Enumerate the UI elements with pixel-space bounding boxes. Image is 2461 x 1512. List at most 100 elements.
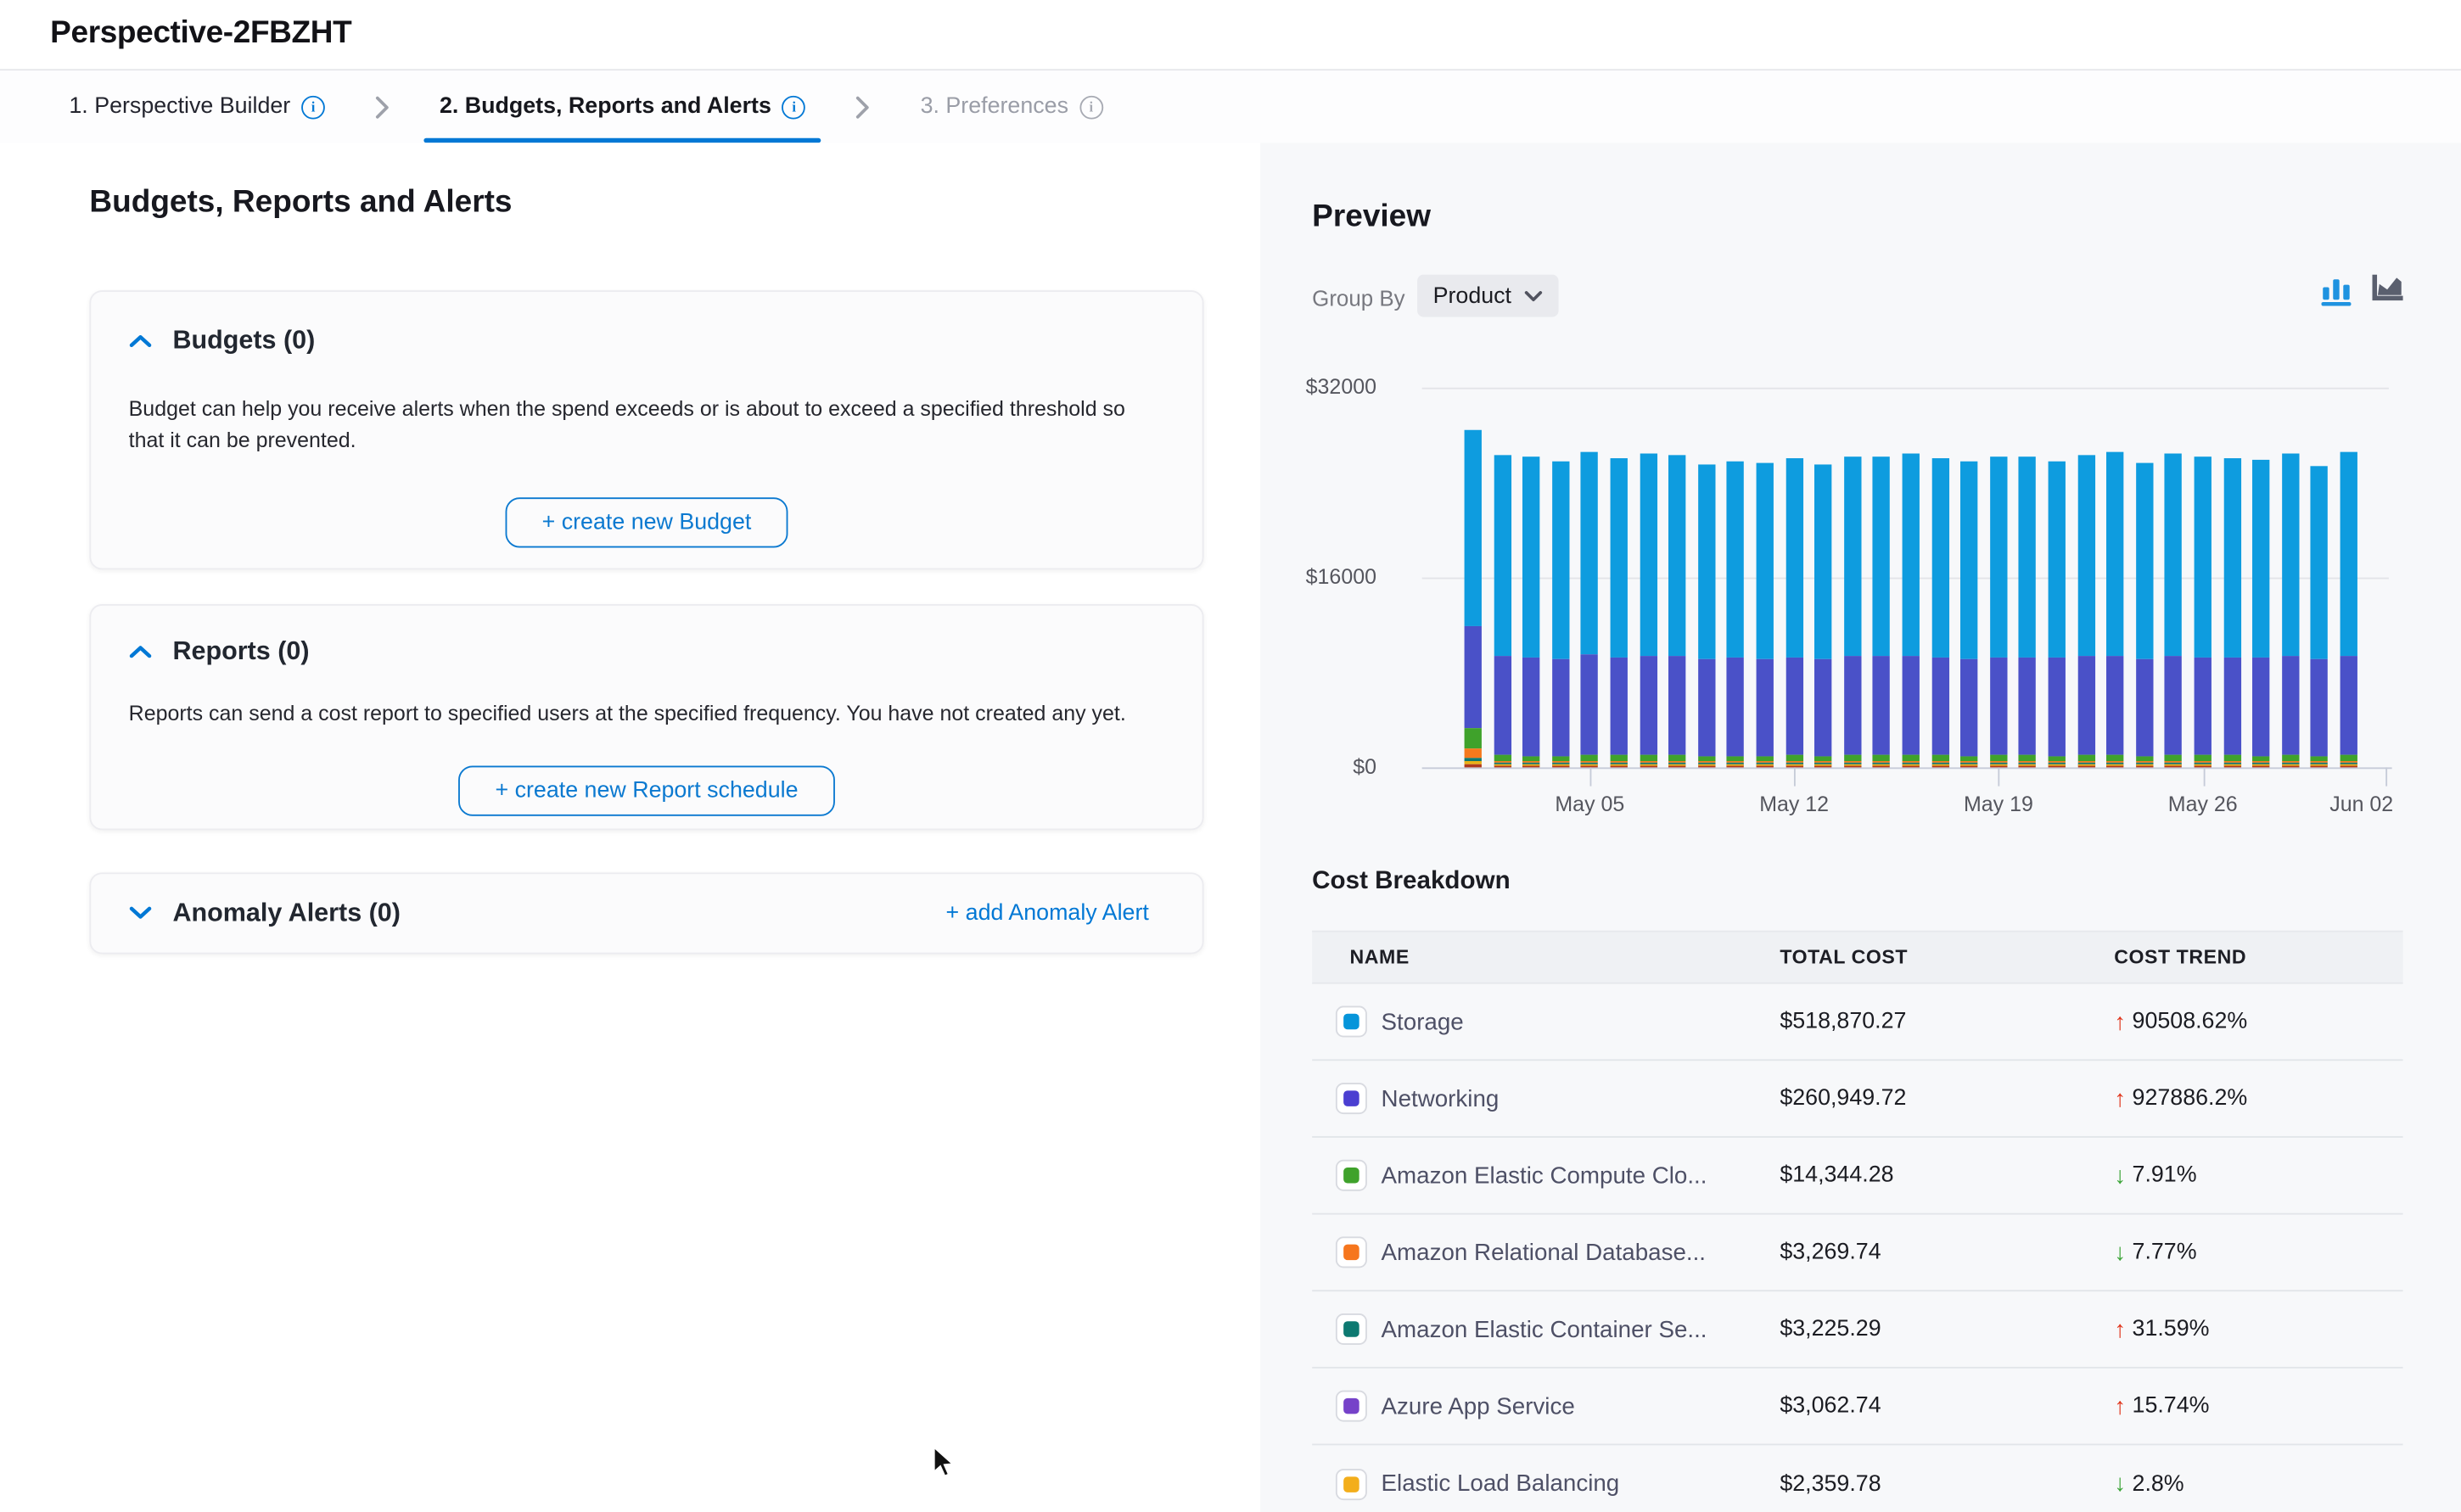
series-color-swatch	[1343, 1090, 1359, 1106]
service-name: Elastic Load Balancing	[1382, 1470, 1620, 1497]
area-chart-toggle-icon[interactable]	[2372, 275, 2405, 314]
bar-segment	[1668, 765, 1685, 767]
table-row[interactable]: Amazon Elastic Container Se...$3,225.29↑…	[1312, 1291, 2402, 1369]
stacked-bar[interactable]	[1931, 459, 1948, 768]
stacked-bar[interactable]	[2165, 453, 2182, 767]
budgets-title: Budgets (0)	[172, 327, 315, 356]
bar-segment	[2165, 453, 2182, 655]
stacked-bar[interactable]	[1611, 458, 1628, 768]
chevron-up-icon[interactable]	[129, 328, 153, 356]
table-row[interactable]: Networking$260,949.72↑927886.2%	[1312, 1061, 2402, 1138]
x-axis-tick	[1794, 767, 1796, 786]
cost-trend-cell: ↓2.8%	[2114, 1470, 2402, 1497]
table-row[interactable]: Elastic Load Balancing$2,359.78↓2.8%	[1312, 1445, 2402, 1512]
reports-card-header[interactable]: Reports (0)	[129, 637, 1165, 667]
stacked-bar[interactable]	[2077, 455, 2094, 767]
bar-segment	[2165, 656, 2182, 755]
stacked-bar[interactable]	[1640, 453, 1657, 767]
info-icon[interactable]: i	[301, 95, 325, 119]
chevron-down-icon	[1524, 282, 1543, 310]
chevron-up-icon[interactable]	[129, 638, 153, 666]
table-row[interactable]: Storage$518,870.27↑90508.62%	[1312, 984, 2402, 1061]
stacked-bar[interactable]	[1465, 430, 1482, 768]
stacked-bar[interactable]	[2049, 462, 2066, 767]
bar-segment	[2223, 657, 2240, 755]
budgets-card-header[interactable]: Budgets (0)	[129, 327, 1165, 356]
stacked-bar[interactable]	[1698, 464, 1715, 767]
stacked-bar[interactable]	[1960, 462, 1977, 768]
stacked-bar[interactable]	[1990, 456, 2007, 767]
stacked-bar[interactable]	[2106, 453, 2123, 768]
stacked-bar[interactable]	[1844, 457, 1861, 768]
stacked-bar[interactable]	[2223, 458, 2240, 768]
stacked-bar[interactable]	[2282, 454, 2299, 768]
tab-perspective-builder[interactable]: 1. Perspective Builder i	[69, 70, 325, 143]
bar-segment	[1727, 765, 1744, 767]
info-icon[interactable]: i	[1079, 95, 1103, 119]
table-row[interactable]: Amazon Relational Database...$3,269.74↓7…	[1312, 1215, 2402, 1292]
trend-percent: 927886.2%	[2133, 1086, 2248, 1112]
tab-budgets-reports-alerts[interactable]: 2. Budgets, Reports and Alerts i	[440, 70, 806, 143]
bar-segment	[2077, 656, 2094, 755]
legend-swatch	[1336, 1313, 1367, 1345]
trend-percent: 7.91%	[2133, 1162, 2197, 1188]
bar-segment	[1465, 728, 1482, 748]
stacked-bar[interactable]	[1903, 454, 1920, 767]
bar-segment	[2077, 765, 2094, 767]
stacked-bar[interactable]	[1494, 455, 1511, 767]
bar-segment	[1931, 765, 1948, 767]
stacked-bar[interactable]	[2311, 465, 2328, 767]
app-window: Perspective-2FBZHT 1. Perspective Builde…	[0, 0, 2461, 1512]
legend-swatch	[1336, 1236, 1367, 1268]
series-color-swatch	[1343, 1245, 1359, 1260]
total-cost-value: $3,269.74	[1780, 1240, 2114, 1265]
stacked-bar[interactable]	[1522, 456, 1539, 767]
row-name-cell: Elastic Load Balancing	[1336, 1468, 1780, 1499]
stacked-bar[interactable]	[2252, 460, 2269, 768]
trend-up-arrow-icon: ↑	[2114, 1008, 2126, 1034]
bar-segment	[1903, 656, 1920, 755]
bar-segment	[1552, 765, 1569, 767]
group-by-dropdown[interactable]: Product	[1417, 275, 1558, 317]
stacked-bar[interactable]	[1552, 461, 1569, 768]
stacked-bar[interactable]	[2136, 463, 2153, 767]
table-row[interactable]: Azure App Service$3,062.74↑15.74%	[1312, 1369, 2402, 1446]
page-title: Perspective-2FBZHT	[50, 15, 351, 52]
total-cost-value: $3,225.29	[1780, 1317, 2114, 1342]
stacked-bar[interactable]	[2340, 452, 2357, 767]
bar-segment	[1757, 658, 1774, 756]
cost-chart: $0$16000$32000 May 05May 12May 19May 26J…	[1260, 370, 2461, 825]
bar-segment	[1960, 658, 1977, 756]
bar-chart-toggle-icon[interactable]	[2321, 275, 2352, 314]
group-by-label: Group By	[1312, 286, 1404, 311]
stacked-bar[interactable]	[1814, 464, 1831, 767]
y-axis-tick-label: $16000	[1260, 565, 1376, 589]
stacked-bar[interactable]	[2195, 457, 2212, 767]
anomaly-card-header[interactable]: Anomaly Alerts (0)	[129, 899, 401, 928]
anomaly-alerts-title: Anomaly Alerts (0)	[172, 899, 401, 928]
bar-segment	[1844, 657, 1861, 755]
stacked-bar[interactable]	[1727, 462, 1744, 768]
budgets-card: Budgets (0) Budget can help you receive …	[89, 290, 1203, 569]
stacked-bar[interactable]	[1668, 456, 1685, 767]
stacked-bar[interactable]	[1757, 462, 1774, 767]
total-cost-value: $518,870.27	[1780, 1009, 2114, 1034]
bar-segment	[2311, 465, 2328, 659]
chevron-down-icon[interactable]	[129, 899, 153, 927]
page-header: Perspective-2FBZHT	[0, 0, 2461, 70]
stacked-bar[interactable]	[1581, 451, 1598, 767]
tab-preferences[interactable]: 3. Preferences i	[921, 70, 1103, 143]
bar-segment	[1960, 462, 1977, 658]
stacked-bar[interactable]	[2019, 457, 2036, 768]
create-budget-button[interactable]: + create new Budget	[506, 497, 788, 547]
stacked-bar[interactable]	[1785, 458, 1802, 767]
stacked-bar[interactable]	[1873, 456, 1890, 767]
table-body: Storage$518,870.27↑90508.62%Networking$2…	[1312, 984, 2402, 1512]
table-row[interactable]: Amazon Elastic Compute Clo...$14,344.28↓…	[1312, 1138, 2402, 1215]
create-report-schedule-button[interactable]: + create new Report schedule	[459, 766, 834, 816]
row-name-cell: Amazon Elastic Compute Clo...	[1336, 1160, 1780, 1191]
y-axis-tick-label: $32000	[1260, 375, 1376, 399]
bar-segment	[1465, 430, 1482, 626]
add-anomaly-alert-link[interactable]: + add Anomaly Alert	[946, 901, 1149, 927]
info-icon[interactable]: i	[782, 95, 806, 119]
